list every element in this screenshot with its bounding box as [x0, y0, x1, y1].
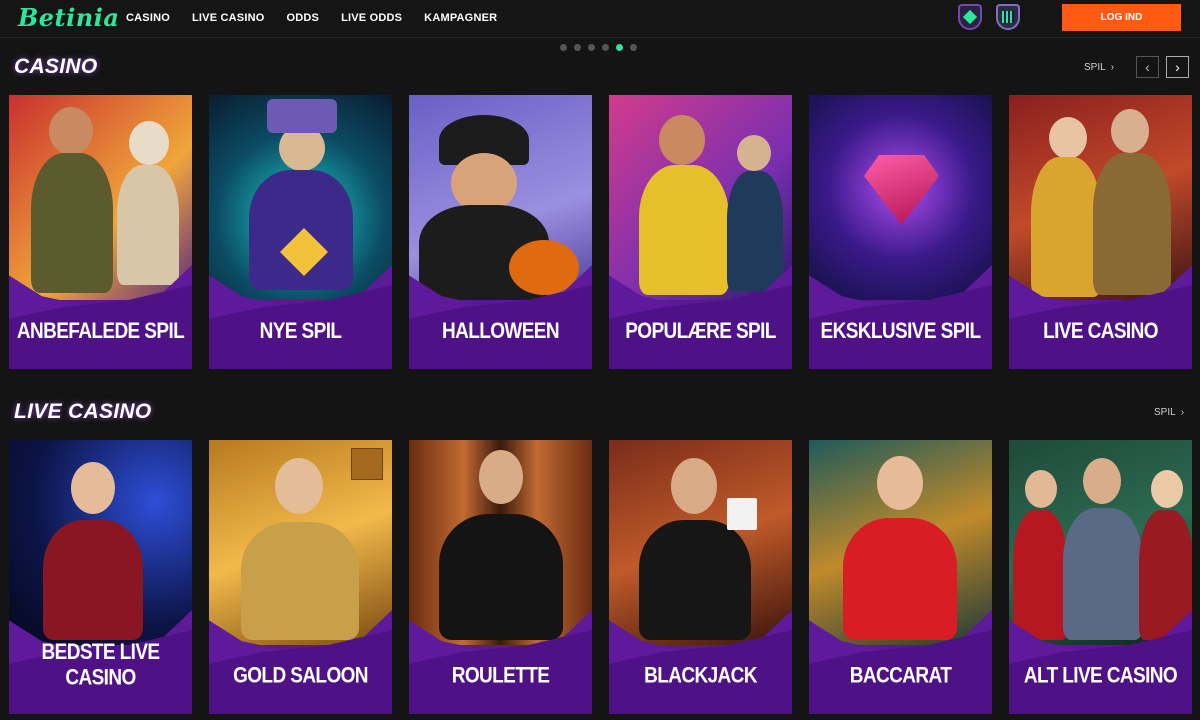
carousel-dots: [560, 44, 637, 51]
category-card-populaere-spil[interactable]: POPULÆRE SPIL: [609, 95, 792, 369]
see-all-label: SPIL: [1154, 407, 1176, 418]
see-all-label: SPIL: [1084, 62, 1106, 73]
card-label: HALLOWEEN: [441, 319, 560, 344]
chevron-right-icon: ›: [1110, 62, 1115, 73]
card-artwork: [1009, 440, 1192, 645]
card-artwork: [409, 95, 592, 300]
card-label: ROULETTE: [451, 664, 550, 689]
category-card-eksklusive-spil[interactable]: EKSKLUSIVE SPIL: [809, 95, 992, 369]
fleur-de-lis-icon: [351, 448, 383, 480]
category-card-bedste-live-casino[interactable]: BEDSTE LIVE CASINO: [9, 440, 192, 714]
category-card-halloween[interactable]: HALLOWEEN: [409, 95, 592, 369]
live-casino-section-title: LIVE CASINO: [14, 400, 152, 423]
category-card-nye-spil[interactable]: NYE SPIL: [209, 95, 392, 369]
casino-section-title: CASINO: [14, 55, 98, 78]
card-label: EKSKLUSIVE SPIL: [820, 319, 982, 344]
nav-live-casino[interactable]: LIVE CASINO: [192, 12, 265, 24]
card-artwork: [809, 440, 992, 645]
carousel-prev-button[interactable]: ‹: [1136, 56, 1159, 78]
category-card-gold-saloon[interactable]: GOLD SALOON: [209, 440, 392, 714]
carousel-dot[interactable]: [574, 44, 581, 51]
nav-casino[interactable]: CASINO: [126, 12, 170, 24]
betinia-logo[interactable]: Betinia: [18, 3, 119, 32]
card-label: BLACKJACK: [644, 664, 757, 689]
category-card-roulette[interactable]: ROULETTE: [409, 440, 592, 714]
level-badge-icon[interactable]: [958, 4, 982, 30]
card-label: GOLD SALOON: [233, 664, 368, 689]
carousel-dot[interactable]: [630, 44, 637, 51]
card-artwork: [9, 440, 192, 645]
nav-odds[interactable]: ODDS: [286, 12, 319, 24]
nav-kampagner[interactable]: KAMPAGNER: [424, 12, 497, 24]
carousel-dot[interactable]: [588, 44, 595, 51]
playing-cards-icon: [727, 498, 757, 530]
carousel-dot-active[interactable]: [616, 44, 623, 51]
card-artwork: [809, 95, 992, 300]
card-label: BEDSTE LIVE CASINO: [41, 640, 161, 691]
card-label: BACCARAT: [849, 664, 952, 689]
card-artwork: [1009, 95, 1192, 300]
card-artwork: [209, 95, 392, 300]
card-artwork: [609, 440, 792, 645]
diamond-icon: [864, 155, 939, 225]
main-nav: CASINO LIVE CASINO ODDS LIVE ODDS KAMPAG…: [126, 0, 497, 36]
category-card-anbefalede-spil[interactable]: ANBEFALEDE SPIL: [9, 95, 192, 369]
login-button[interactable]: LOG IND: [1062, 4, 1181, 31]
category-card-alt-live-casino[interactable]: ALT LIVE CASINO: [1009, 440, 1192, 714]
carousel-dot[interactable]: [560, 44, 567, 51]
live-casino-card-row: BEDSTE LIVE CASINO GOLD SALOON ROULETTE …: [9, 440, 1192, 714]
category-card-baccarat[interactable]: BACCARAT: [809, 440, 992, 714]
card-label: NYE SPIL: [259, 319, 342, 344]
chevron-right-icon: ›: [1175, 59, 1180, 75]
card-artwork: [609, 95, 792, 300]
nav-live-odds[interactable]: LIVE ODDS: [341, 12, 402, 24]
casino-card-row: ANBEFALEDE SPIL NYE SPIL HALLOWEEN POPUL…: [9, 95, 1192, 369]
carousel-next-button[interactable]: ›: [1166, 56, 1189, 78]
chevron-right-icon: ›: [1180, 407, 1185, 418]
card-label: ANBEFALEDE SPIL: [16, 319, 185, 344]
top-bar: Betinia CASINO LIVE CASINO ODDS LIVE ODD…: [0, 0, 1200, 38]
casino-see-all-link[interactable]: SPIL ›: [1084, 62, 1114, 73]
card-artwork: [9, 95, 192, 300]
live-casino-see-all-link[interactable]: SPIL ›: [1154, 407, 1184, 418]
card-artwork: [209, 440, 392, 645]
category-card-blackjack[interactable]: BLACKJACK: [609, 440, 792, 714]
carousel-dot[interactable]: [602, 44, 609, 51]
card-label: POPULÆRE SPIL: [625, 319, 776, 344]
rewards-badge-icon[interactable]: [996, 4, 1020, 30]
card-label: ALT LIVE CASINO: [1023, 664, 1178, 689]
card-label: LIVE CASINO: [1043, 319, 1158, 344]
category-card-live-casino[interactable]: LIVE CASINO: [1009, 95, 1192, 369]
card-artwork: [409, 440, 592, 645]
chevron-left-icon: ‹: [1145, 59, 1150, 75]
